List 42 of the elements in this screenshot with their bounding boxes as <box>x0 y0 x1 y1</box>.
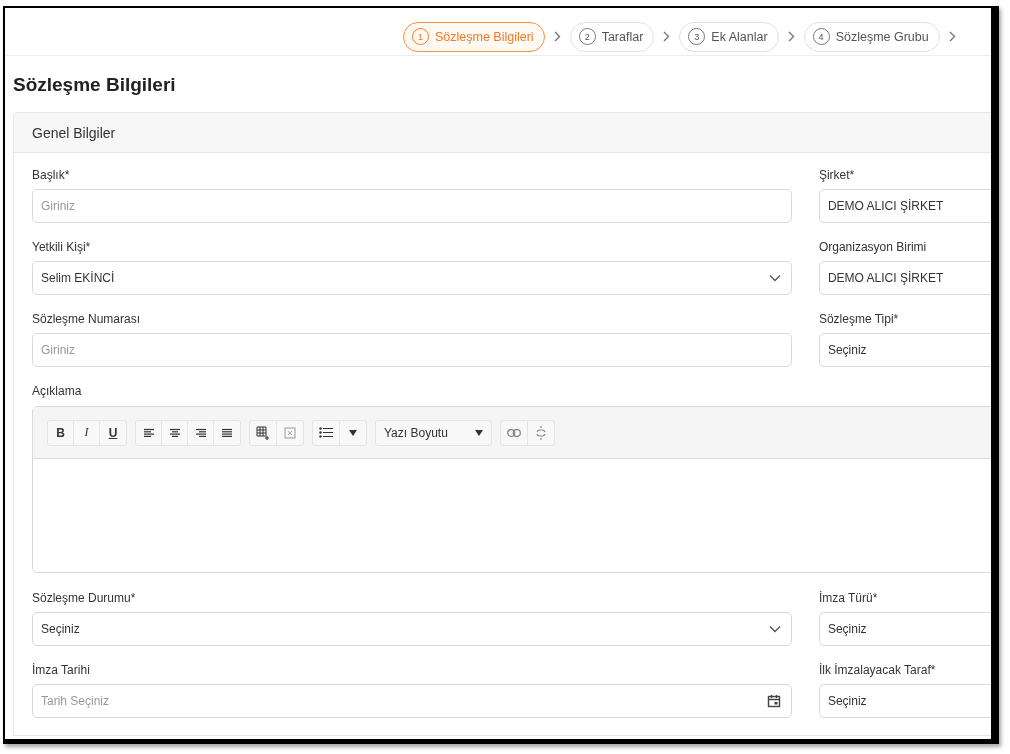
field-label: İmza Türü* <box>818 591 879 605</box>
align-left-icon <box>142 427 155 438</box>
bullet-list-icon <box>319 427 333 438</box>
input-field[interactable]: Seçiniz <box>818 612 991 646</box>
align-center-icon <box>168 427 181 438</box>
chevron-down-icon <box>768 274 781 282</box>
field-label: İlk İmzalayacak Taraf* <box>818 663 937 677</box>
bold-button[interactable]: B <box>48 420 74 445</box>
field-label: Yetkili Kişi* <box>32 240 92 254</box>
input-field[interactable]: DEMO ALICI ŞİRKET <box>818 261 991 295</box>
field-label: Açıklama <box>32 384 83 398</box>
input-field[interactable]: DEMO ALICI ŞİRKET <box>818 189 991 223</box>
field-label: Organizasyon Birimi <box>818 240 928 254</box>
page-title: Sözleşme Bilgileri <box>13 74 177 97</box>
underline-button[interactable]: U <box>100 420 126 445</box>
chevron-right-icon <box>553 31 561 42</box>
field-label: Şirket* <box>818 168 856 182</box>
caret-icon <box>349 429 357 436</box>
input-field[interactable]: Seçiniz <box>818 333 991 367</box>
unlink-icon <box>534 425 548 440</box>
field-label: İmza Tarihi <box>32 663 91 677</box>
font-size-dropdown[interactable]: Yazı Boyutu <box>376 420 491 445</box>
field-label: Sözleşme Tipi* <box>818 312 900 326</box>
card-header: Genel Bilgiler <box>14 113 991 153</box>
chevron-right-icon <box>948 31 956 42</box>
select-field[interactable]: Seçiniz <box>32 612 792 646</box>
select-field[interactable]: Selim EKİNCİ <box>32 261 792 295</box>
align-right-icon <box>194 427 207 438</box>
calendar-icon <box>766 694 781 708</box>
field-label: Başlık* <box>32 168 71 182</box>
align-justify-icon <box>221 427 233 438</box>
input-field[interactable]: Seçiniz <box>818 684 991 718</box>
caret-icon <box>475 429 483 436</box>
field-label: Sözleşme Numarası <box>32 312 142 326</box>
table-cells-icon <box>284 426 296 439</box>
field-label: Sözleşme Durumu* <box>32 591 137 605</box>
chevron-right-icon <box>787 31 795 42</box>
italic-button[interactable]: I <box>74 420 100 445</box>
table-icon <box>256 425 270 440</box>
link-icon <box>507 428 521 437</box>
chevron-down-icon <box>768 625 781 633</box>
chevron-right-icon <box>663 31 671 42</box>
